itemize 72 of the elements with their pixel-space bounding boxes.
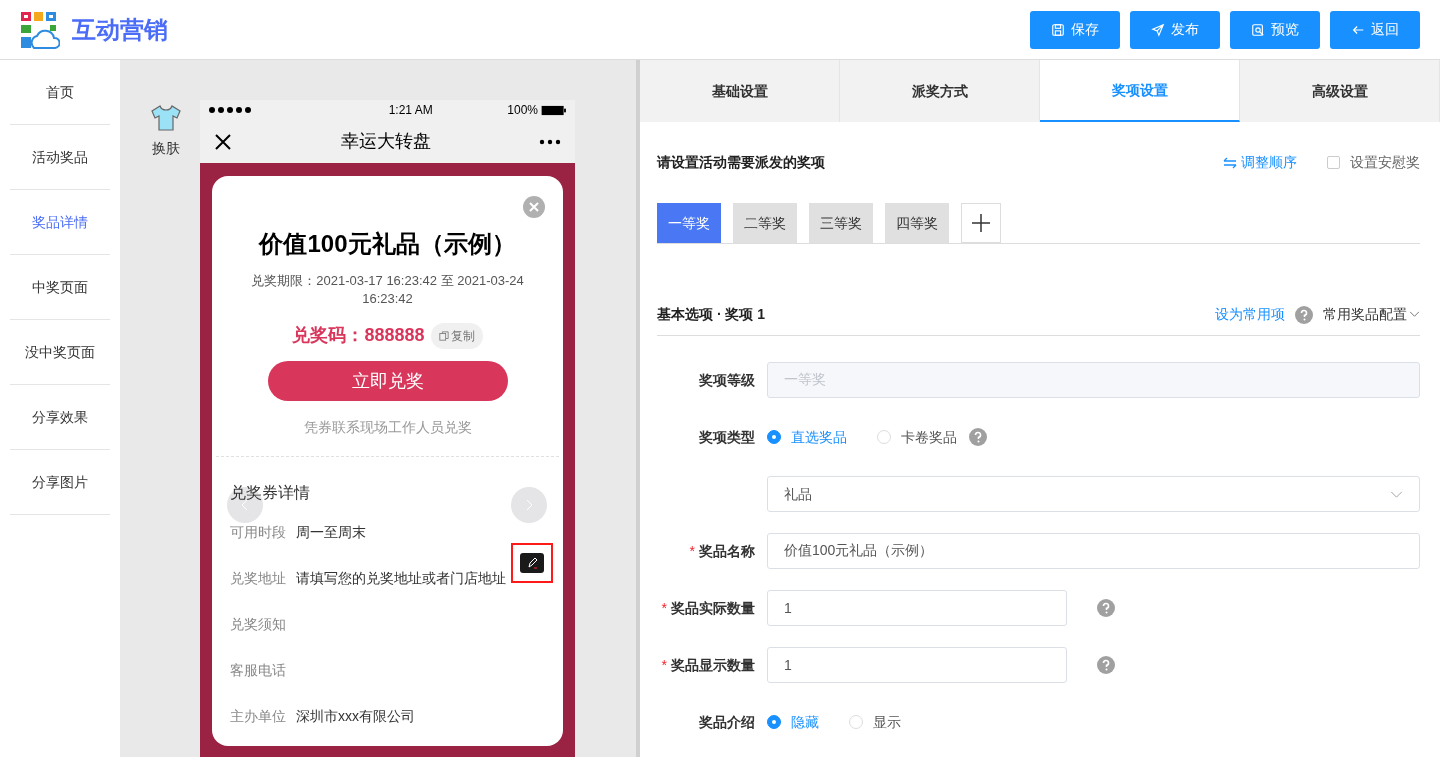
chevron-down-icon [1390, 490, 1403, 498]
skin-label[interactable]: 换肤 [152, 138, 180, 159]
app-title: 互动营销 [72, 14, 168, 45]
required-mark: * [661, 598, 667, 618]
radio-option[interactable]: 显示 [849, 711, 901, 733]
detail-label: 可用时段 [230, 522, 286, 542]
text-field[interactable]: 1 [767, 590, 1067, 626]
prize-title: 价值100元礼品（示例） [259, 229, 516, 259]
more-icon[interactable] [539, 138, 561, 145]
common-config-dropdown[interactable]: 常用奖品配置 [1323, 304, 1420, 325]
required-mark: * [661, 655, 667, 675]
add-prize-button[interactable] [961, 203, 1001, 243]
radio-option[interactable]: 卡卷奖品 [877, 426, 957, 448]
battery-percent: 100% [507, 102, 538, 119]
detail-label: 主办单位 [230, 706, 286, 726]
help-icon[interactable] [969, 428, 987, 446]
sidebar-item[interactable]: 没中奖页面 [10, 320, 110, 385]
section-heading: 基本选项 · 奖项 1 [657, 305, 766, 324]
field-label: 奖品实际数量 [671, 598, 755, 618]
settings-tab[interactable]: 基础设置 [640, 60, 840, 122]
sidebar-item[interactable]: 分享图片 [10, 450, 110, 515]
chevron-down-icon [1409, 311, 1420, 318]
sidebar-item[interactable]: 分享效果 [10, 385, 110, 450]
redeem-code: 兑奖码：888888 [292, 324, 425, 347]
section-heading: 请设置活动需要派发的奖项 [657, 153, 825, 172]
select-field[interactable]: 礼品 [767, 476, 1420, 512]
preview-icon [1251, 22, 1265, 37]
signal-dots-icon [208, 106, 254, 114]
detail-label: 兑奖须知 [230, 614, 286, 634]
detail-value: 周一至周末 [296, 522, 366, 542]
detail-label: 客服电话 [230, 660, 286, 680]
chevron-left-icon[interactable] [227, 487, 263, 523]
required-mark: * [689, 541, 695, 561]
prize-tab[interactable]: 四等奖 [885, 203, 949, 243]
sidebar-item[interactable]: 首页 [10, 60, 110, 125]
sidebar-item[interactable]: 中奖页面 [10, 255, 110, 320]
tshirt-icon[interactable] [151, 104, 181, 132]
detail-label: 兑奖地址 [230, 568, 286, 588]
swap-icon [1223, 156, 1237, 169]
help-icon[interactable] [1097, 656, 1115, 674]
prize-tab[interactable]: 二等奖 [733, 203, 797, 243]
save-icon [1051, 22, 1065, 37]
logo-icon [20, 9, 60, 50]
details-title: 兑奖券详情 [230, 483, 311, 503]
field-label: 奖项类型 [699, 427, 755, 447]
sidebar-item[interactable]: 奖品详情 [10, 190, 110, 255]
field-label: 奖品名称 [699, 541, 755, 561]
battery-icon [541, 104, 567, 116]
detail-value: 深圳市xxx有限公司 [296, 706, 415, 726]
edit-icon[interactable] [520, 553, 544, 573]
redeem-hint: 凭券联系现场工作人员兑奖 [303, 418, 472, 437]
copy-icon [438, 330, 449, 341]
help-icon[interactable] [1097, 599, 1115, 617]
prize-tab[interactable]: 三等奖 [809, 203, 873, 243]
field-label: 奖品介绍 [699, 712, 755, 732]
nav-title: 幸运大转盘 [340, 130, 431, 153]
close-icon[interactable] [214, 132, 232, 151]
field-label: 奖项等级 [699, 370, 755, 390]
help-icon[interactable] [1295, 305, 1313, 324]
prize-tab[interactable]: 一等奖 [657, 203, 721, 243]
field-label: 奖品显示数量 [671, 655, 755, 675]
settings-tab[interactable]: 高级设置 [1240, 60, 1440, 122]
text-field[interactable]: 1 [767, 647, 1067, 683]
send-icon [1151, 22, 1165, 37]
validity-period: 兑奖期限：2021-03-17 16:23:42 至 2021-03-24 16:23:42 [250, 272, 525, 308]
text-field[interactable]: 价值100元礼品（示例） [767, 533, 1420, 569]
detail-value: 请填写您的兑奖地址或者门店地址 [296, 568, 506, 588]
status-time: 1:21 AM [388, 102, 433, 119]
redeem-button[interactable]: 立即兑奖 [267, 361, 508, 401]
sidebar-item[interactable]: 活动奖品 [10, 125, 110, 190]
consolation-checkbox[interactable]: 设置安慰奖 [1327, 152, 1420, 173]
copy-button[interactable]: 复制 [430, 322, 483, 349]
